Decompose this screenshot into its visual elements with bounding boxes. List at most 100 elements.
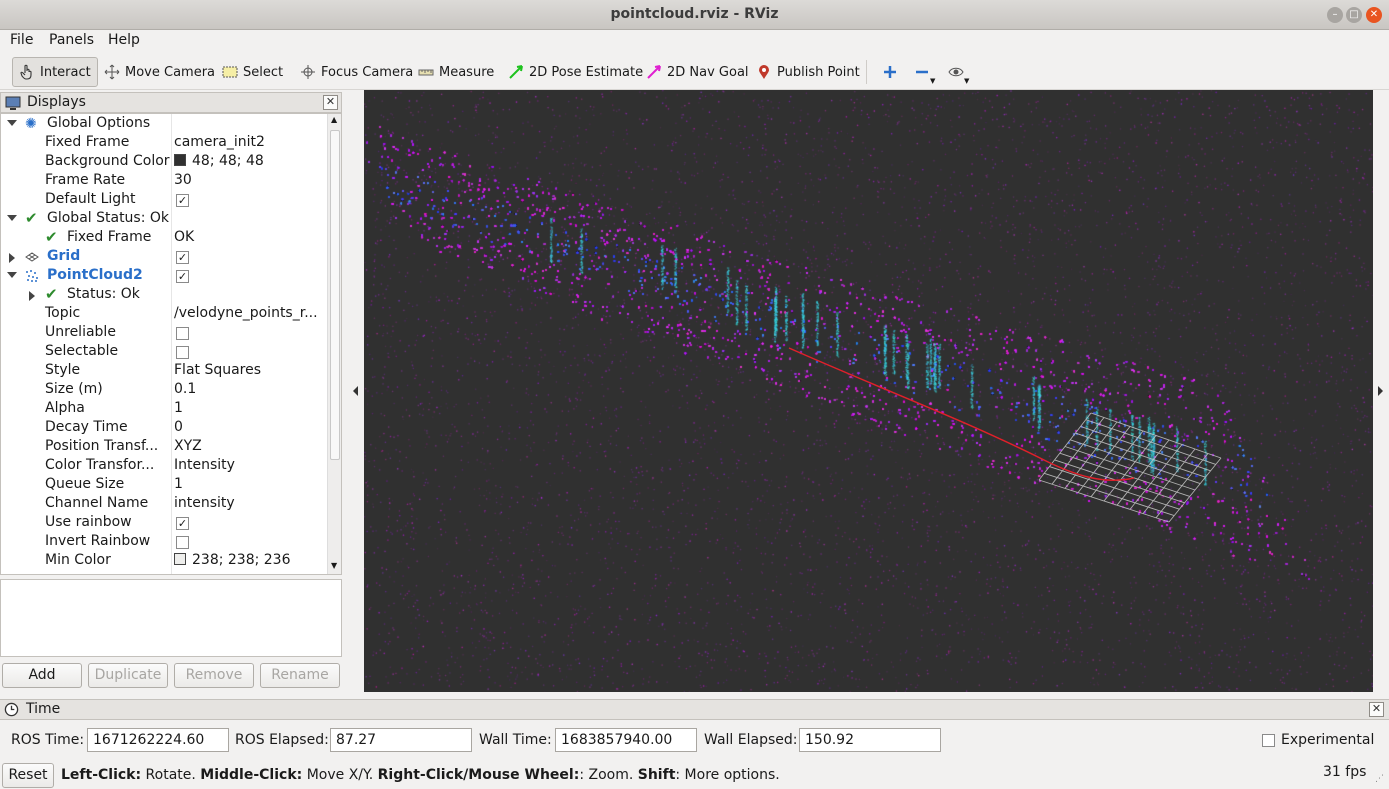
remove-button[interactable]: Remove: [174, 663, 254, 688]
frame-rate-label: Frame Rate: [45, 172, 126, 188]
publish-point-tool-button[interactable]: Publish Point: [750, 57, 866, 87]
use-rainbow-label: Use rainbow: [45, 514, 132, 530]
queue-size-label: Queue Size: [45, 476, 125, 492]
menu-file[interactable]: File: [10, 32, 33, 48]
time-title: Time: [26, 701, 61, 717]
collapsed-arrow-icon[interactable]: [29, 291, 35, 301]
property-description-box: [0, 579, 342, 657]
color-transformer-value[interactable]: Intensity: [174, 457, 324, 473]
min-color-value: 238; 238; 236: [192, 552, 291, 568]
tree-row-fixed-frame[interactable]: Fixed Frame camera_init2: [1, 134, 327, 153]
pose-estimate-tool-button[interactable]: 2D Pose Estimate: [502, 57, 649, 87]
expand-arrow-icon[interactable]: [7, 120, 17, 126]
close-button[interactable]: ✕: [1366, 7, 1382, 23]
global-options-label: Global Options: [47, 115, 151, 131]
grid-enabled-checkbox[interactable]: ✓: [176, 251, 189, 264]
tree-row-topic[interactable]: Topic /velodyne_points_r...: [1, 305, 327, 324]
tree-row-channel-name[interactable]: Channel Name intensity: [1, 495, 327, 514]
tree-row-selectable[interactable]: Selectable: [1, 343, 327, 362]
tree-row-default-light[interactable]: Default Light ✓: [1, 191, 327, 210]
nav-goal-tool-button[interactable]: 2D Nav Goal: [640, 57, 755, 87]
experimental-checkbox[interactable]: [1262, 734, 1275, 747]
style-value[interactable]: Flat Squares: [174, 362, 324, 378]
decay-time-value[interactable]: 0: [174, 419, 324, 435]
minimize-button[interactable]: –: [1327, 7, 1343, 23]
add-tool-button[interactable]: [876, 57, 909, 87]
move-camera-tool-button[interactable]: Move Camera: [98, 57, 221, 87]
use-rainbow-checkbox[interactable]: ✓: [176, 517, 189, 530]
invert-rainbow-checkbox[interactable]: [176, 536, 189, 549]
displays-close-button[interactable]: ✕: [323, 95, 338, 110]
tree-row-invert-rainbow[interactable]: Invert Rainbow: [1, 533, 327, 552]
time-close-button[interactable]: ✕: [1369, 702, 1384, 717]
reset-button[interactable]: Reset: [2, 763, 54, 788]
measure-tool-button[interactable]: Measure: [412, 57, 500, 87]
queue-size-value[interactable]: 1: [174, 476, 324, 492]
alpha-value[interactable]: 1: [174, 400, 324, 416]
focus-camera-tool-button[interactable]: Focus Camera: [294, 57, 419, 87]
selectable-checkbox[interactable]: [176, 346, 189, 359]
unreliable-checkbox[interactable]: [176, 327, 189, 340]
tree-row-min-color[interactable]: Min Color 238; 238; 236: [1, 552, 327, 571]
expand-arrow-icon[interactable]: [7, 215, 17, 221]
topic-label: Topic: [45, 305, 81, 321]
monitor-icon: [5, 95, 21, 115]
scroll-down-icon[interactable]: ▼: [331, 561, 337, 570]
wall-time-field[interactable]: 1683857940.00: [555, 728, 697, 752]
rename-button[interactable]: Rename: [260, 663, 340, 688]
tree-row-unreliable[interactable]: Unreliable: [1, 324, 327, 343]
tree-row-alpha[interactable]: Alpha 1: [1, 400, 327, 419]
interact-tool-button[interactable]: Interact: [12, 57, 98, 87]
tree-row-pointcloud2[interactable]: PointCloud2 ✓: [1, 267, 327, 286]
ros-time-field[interactable]: 1671262224.60: [87, 728, 229, 752]
displays-scrollbar[interactable]: ▲ ▼: [327, 114, 341, 574]
tree-row-global-options[interactable]: ✺ Global Options: [1, 115, 327, 134]
collapse-left-arrow-icon[interactable]: [353, 386, 358, 396]
size-value[interactable]: 0.1: [174, 381, 324, 397]
topic-value[interactable]: /velodyne_points_r...: [174, 305, 324, 321]
wall-elapsed-field[interactable]: 150.92: [799, 728, 941, 752]
remove-tool-button[interactable]: ▼: [908, 57, 941, 87]
menu-help[interactable]: Help: [108, 32, 140, 48]
collapse-right-arrow-icon[interactable]: [1378, 386, 1383, 396]
channel-name-value[interactable]: intensity: [174, 495, 324, 511]
right-click-key: Right-Click/Mouse Wheel:: [377, 767, 580, 783]
add-button[interactable]: Add: [2, 663, 82, 688]
render-viewport[interactable]: [364, 90, 1373, 692]
position-transformer-value[interactable]: XYZ: [174, 438, 324, 454]
tree-row-position-transformer[interactable]: Position Transf... XYZ: [1, 438, 327, 457]
frame-rate-value[interactable]: 30: [174, 172, 324, 188]
duplicate-button[interactable]: Duplicate: [88, 663, 168, 688]
ros-elapsed-field[interactable]: 87.27: [330, 728, 472, 752]
maximize-button[interactable]: □: [1346, 7, 1362, 23]
tree-row-frame-rate[interactable]: Frame Rate 30: [1, 172, 327, 191]
tree-row-style[interactable]: Style Flat Squares: [1, 362, 327, 381]
tree-row-size[interactable]: Size (m) 0.1: [1, 381, 327, 400]
default-light-checkbox[interactable]: ✓: [176, 194, 189, 207]
tree-row-decay-time[interactable]: Decay Time 0: [1, 419, 327, 438]
grid-overlay: [788, 347, 1222, 523]
fixed-frame-value[interactable]: camera_init2: [174, 134, 324, 150]
views-tool-button[interactable]: ▼: [942, 57, 975, 87]
tree-row-status-fixed-frame[interactable]: ✔ Fixed Frame OK: [1, 228, 327, 248]
background-color-value-cell[interactable]: 48; 48; 48: [174, 153, 324, 169]
tree-row-background-color[interactable]: Background Color 48; 48; 48: [1, 153, 327, 172]
collapsed-arrow-icon[interactable]: [9, 253, 15, 263]
menu-panels[interactable]: Panels: [49, 32, 94, 48]
middle-click-desc: Move X/Y.: [302, 767, 378, 783]
window-titlebar: pointcloud.rviz - RViz – □ ✕: [0, 0, 1389, 30]
tree-row-grid[interactable]: Grid ✓: [1, 248, 327, 267]
min-color-value-cell[interactable]: 238; 238; 236: [174, 552, 324, 568]
expand-arrow-icon[interactable]: [7, 272, 17, 278]
scroll-up-icon[interactable]: ▲: [331, 115, 337, 124]
tree-row-use-rainbow[interactable]: Use rainbow ✓: [1, 514, 327, 533]
tree-row-queue-size[interactable]: Queue Size 1: [1, 476, 327, 495]
select-tool-button[interactable]: Select: [216, 57, 289, 87]
displays-panel-header: Displays ✕: [0, 92, 342, 113]
tree-row-color-transformer[interactable]: Color Transfor... Intensity: [1, 457, 327, 476]
scrollbar-thumb[interactable]: [330, 130, 340, 460]
resize-grip-icon[interactable]: ⋰: [1375, 774, 1384, 784]
pointcloud-enabled-checkbox[interactable]: ✓: [176, 270, 189, 283]
tree-row-pc-status[interactable]: ✔ Status: Ok: [1, 285, 327, 305]
tree-row-global-status[interactable]: ✔ Global Status: Ok: [1, 209, 327, 229]
